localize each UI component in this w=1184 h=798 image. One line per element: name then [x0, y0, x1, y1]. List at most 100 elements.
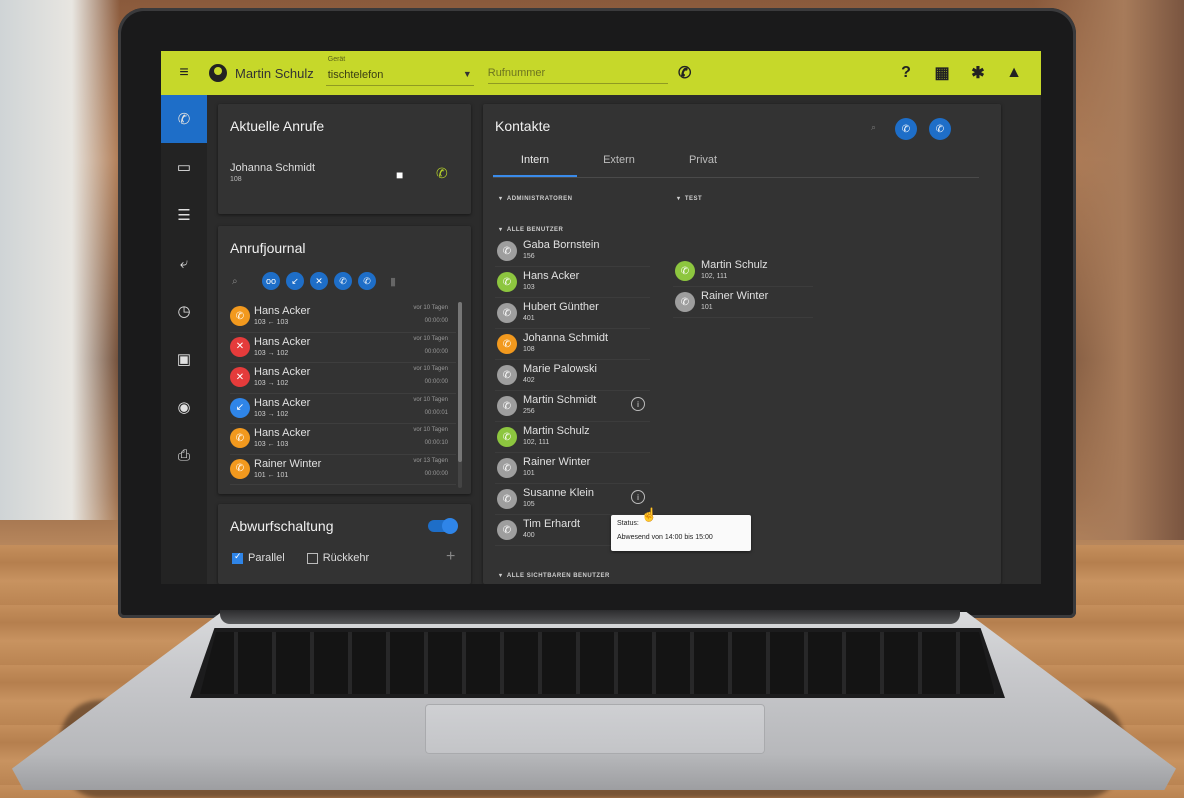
sidebar-phone-icon[interactable]: ✆: [161, 95, 207, 143]
contact-row[interactable]: ✆ Johanna Schmidt 108: [495, 329, 650, 360]
contact-status-icon: ✆: [497, 520, 517, 540]
group-all-visible-users[interactable]: ▾ ALLE SICHTBAREN BENUTZER: [499, 572, 610, 579]
dashboard-icon[interactable]: ▦: [931, 62, 953, 84]
journal-row[interactable]: ↙ Hans Acker 103 → 102 vor 10 Tagen 00:0…: [230, 394, 456, 424]
journal-caller-name: Hans Acker: [254, 427, 311, 439]
contact-row[interactable]: ✆ Hubert Günther 401: [495, 298, 650, 329]
call-journal-title: Anrufjournal: [230, 240, 306, 256]
sidebar-server-icon[interactable]: ☰: [161, 191, 207, 239]
device-select[interactable]: Gerät tischtelefon ▼: [325, 56, 474, 86]
journal-row[interactable]: ✕ Hans Acker 103 → 102 vor 10 Tagen 00:0…: [230, 333, 456, 363]
group-administrators[interactable]: ▾ ADMINISTRATOREN: [499, 195, 572, 202]
group-all-visible-users-label: ALLE SICHTBAREN BENUTZER: [506, 573, 610, 579]
contact-name: Johanna Schmidt: [523, 332, 608, 344]
call-forwarding-card: Abwurfschaltung Parallel Rückkehr +: [218, 504, 471, 584]
missed-call-filter-icon[interactable]: ↙: [286, 272, 304, 290]
account-icon[interactable]: [209, 64, 227, 82]
journal-row[interactable]: ✆ Rainer Winter 101 ← 101 vor 13 Tagen 0…: [230, 455, 456, 485]
tab-intern[interactable]: Intern: [493, 150, 577, 177]
contacts-tabs: Intern Extern Privat: [493, 150, 979, 178]
info-icon[interactable]: i: [631, 397, 645, 411]
contact-row[interactable]: ✆ Martin Schulz 102, 111: [495, 422, 650, 453]
rejected-call-filter-icon[interactable]: ✕: [310, 272, 328, 290]
contact-extension: 102, 111: [523, 439, 550, 446]
journal-call-route: 101 ← 101: [254, 471, 289, 479]
journal-row[interactable]: ✕ Hans Acker 103 → 102 vor 10 Tagen 00:0…: [230, 363, 456, 394]
keyboard-keys: [200, 632, 995, 694]
person-icon[interactable]: ▲: [1003, 62, 1025, 84]
call-status-icon: ↙: [230, 397, 250, 418]
contact-row[interactable]: ✆ Marie Palowski 402: [495, 360, 650, 391]
journal-call-duration: 00:00:00: [424, 470, 448, 477]
journal-row[interactable]: ✆ Hans Acker 103 ← 103 vor 10 Tagen 00:0…: [230, 302, 456, 333]
search-icon[interactable]: ⌕: [232, 276, 248, 287]
contact-row[interactable]: ✆ Martin Schmidt 256 i: [495, 391, 650, 422]
journal-scrollbar[interactable]: [458, 302, 462, 488]
parallel-label: Parallel: [248, 552, 285, 564]
contact-row[interactable]: ✆ Susanne Klein 105 i: [495, 484, 650, 515]
add-icon[interactable]: +: [446, 548, 455, 566]
group-administrators-label: ADMINISTRATOREN: [506, 196, 573, 202]
parallel-checkbox[interactable]: [232, 551, 243, 564]
contact-name: Susanne Klein: [523, 487, 594, 499]
help-icon[interactable]: ?: [895, 62, 917, 84]
contact-extension: 101: [701, 304, 713, 311]
contact-row[interactable]: ✆ Hans Acker 103: [495, 267, 650, 298]
contact-name: Marie Palowski: [523, 363, 597, 375]
journal-list: ✆ Hans Acker 103 ← 103 vor 10 Tagen 00:0…: [230, 302, 456, 485]
journal-call-time: vor 10 Tagen: [413, 366, 448, 372]
contact-status-icon: ✆: [497, 334, 517, 354]
call-forwarding-toggle[interactable]: [428, 518, 458, 534]
accept-call-icon[interactable]: ✆: [436, 165, 448, 182]
journal-call-duration: 00:00:01: [424, 409, 448, 416]
group-all-users[interactable]: ▾ ALLE BENUTZER: [499, 226, 563, 233]
contact-extension: 102, 111: [701, 273, 728, 280]
sidebar-clock-icon[interactable]: ◷: [161, 287, 207, 335]
journal-scrollbar-thumb[interactable]: [458, 302, 462, 462]
contacts-call-filter-icon[interactable]: ✆: [895, 118, 917, 140]
journal-row[interactable]: ✆ Hans Acker 103 ← 103 vor 10 Tagen 00:0…: [230, 424, 456, 455]
device-select-value: tischtelefon: [327, 69, 384, 81]
group-test-label: TEST: [684, 196, 703, 202]
sidebar-contact-card-icon[interactable]: ▣: [161, 335, 207, 383]
contact-row[interactable]: ✆ Rainer Winter 101: [673, 287, 813, 318]
menu-icon[interactable]: ≡: [173, 62, 195, 84]
contacts-card: Kontakte ⌕ ✆ ✆ Intern Extern Privat ▾ AD…: [483, 104, 1001, 584]
group-all-users-label: ALLE BENUTZER: [506, 227, 564, 233]
video-camera-icon[interactable]: ■: [396, 168, 403, 182]
sidebar-fax-icon[interactable]: ⎙: [161, 431, 207, 479]
incoming-call-filter-icon[interactable]: ✆: [334, 272, 352, 290]
journal-caller-name: Hans Acker: [254, 396, 311, 409]
contact-status-icon: ✆: [497, 396, 517, 416]
contact-name: Martin Schmidt: [523, 394, 597, 406]
journal-call-time: vor 10 Tagen: [413, 396, 448, 403]
contacts-forward-filter-icon[interactable]: ✆: [929, 118, 951, 140]
voicemail-filter-icon[interactable]: oo: [262, 272, 280, 290]
return-checkbox[interactable]: [306, 552, 318, 564]
outgoing-call-filter-icon[interactable]: ✆: [358, 272, 376, 290]
phone-call-icon[interactable]: ✆: [674, 62, 696, 84]
trash-icon[interactable]: ▮: [390, 275, 396, 288]
info-icon[interactable]: i: [631, 490, 645, 504]
contacts-search-icon[interactable]: ⌕: [871, 122, 876, 133]
contact-name: Hans Acker: [523, 270, 580, 282]
forwarding-options: Parallel Rückkehr: [232, 551, 369, 564]
tab-extern[interactable]: Extern: [577, 150, 661, 177]
contacts-title: Kontakte: [495, 118, 551, 134]
sidebar-call-forward-icon[interactable]: ⤶: [161, 239, 207, 287]
group-test[interactable]: ▾ TEST: [677, 195, 702, 202]
journal-call-route: 103 → 102: [254, 380, 289, 387]
sidebar-voice-icon[interactable]: ◉: [161, 383, 207, 431]
contact-row[interactable]: ✆ Martin Schulz 102, 111: [673, 256, 813, 287]
contact-row[interactable]: ✆ Gaba Bornstein 156: [495, 236, 650, 267]
tab-privat[interactable]: Privat: [661, 150, 745, 177]
settings-gear-icon[interactable]: ✱: [967, 62, 989, 84]
contact-status-icon: ✆: [675, 292, 695, 312]
sidebar-devices-icon[interactable]: ▭: [161, 143, 207, 191]
contact-extension: 400: [523, 532, 535, 539]
phone-number-input[interactable]: [487, 62, 668, 84]
contact-row[interactable]: ✆ Rainer Winter 101: [495, 453, 650, 484]
top-bar: ≡ Martin Schulz Gerät tischtelefon ▼ ✆ ?…: [161, 51, 1041, 95]
tooltip-text: Abwesend von 14:00 bis 15:00: [617, 534, 713, 541]
journal-call-duration: 00:00:10: [424, 440, 448, 446]
